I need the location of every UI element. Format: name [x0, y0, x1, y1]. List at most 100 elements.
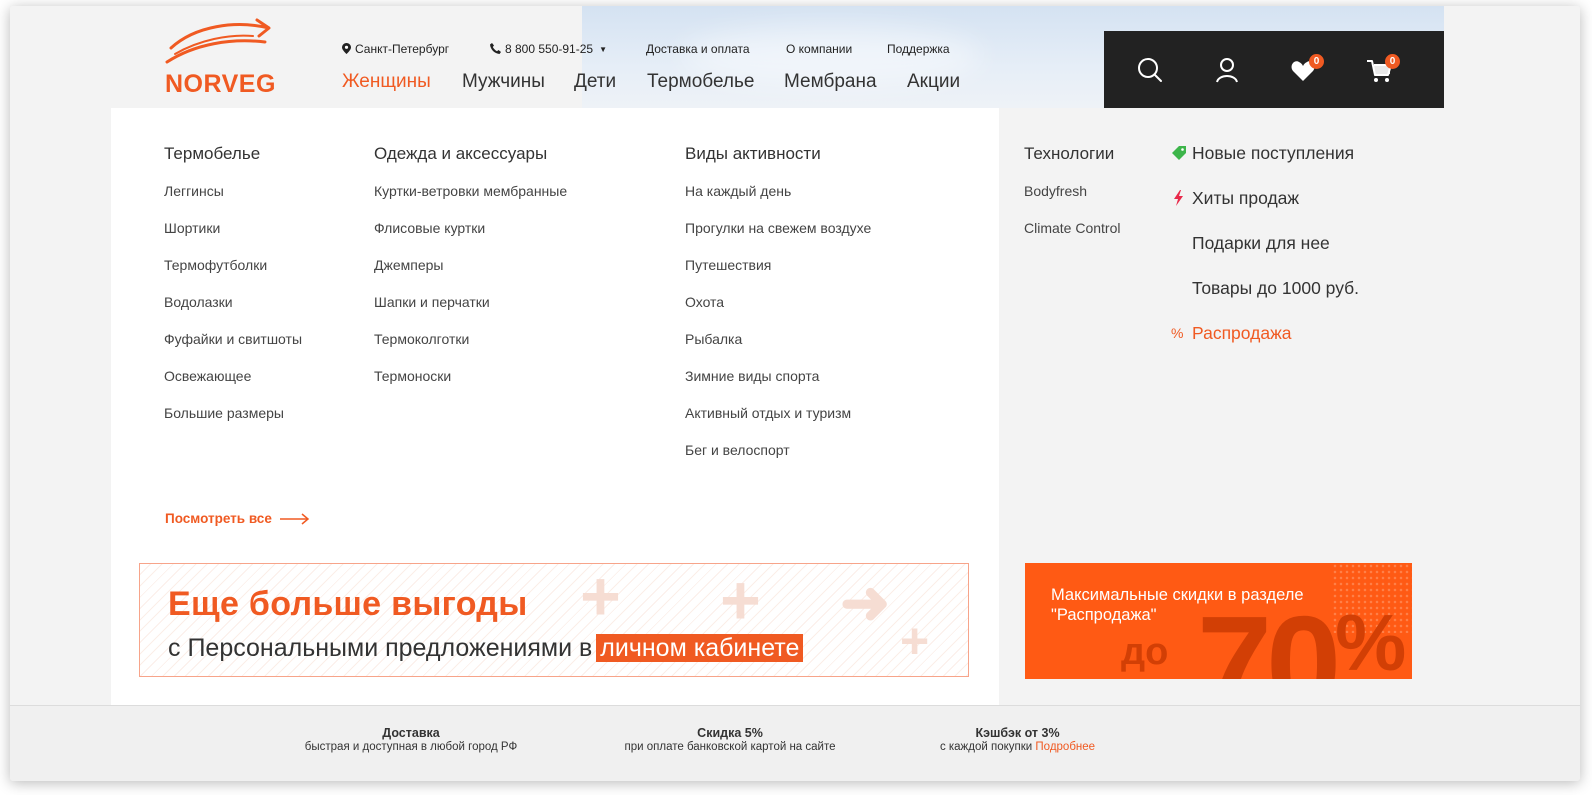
- percent-icon: %: [1171, 325, 1184, 341]
- menu-link[interactable]: Путешествия: [685, 257, 871, 274]
- nav-men[interactable]: Мужчины: [462, 70, 545, 94]
- personal-offers-banner[interactable]: + + ➜ + Еще больше выгоды с Персональным…: [139, 563, 969, 677]
- decor-plus-icon: +: [580, 563, 621, 635]
- benefit-cashback: Кэшбэк от 3% с каждой покупки Подробнее: [930, 726, 1105, 754]
- arrow-right-icon: [279, 513, 309, 526]
- decor-plus-icon: +: [720, 563, 761, 639]
- promo-subtitle-text: с Персональными предложениями в: [168, 634, 593, 662]
- benefit-title: Кэшбэк от 3%: [975, 726, 1060, 740]
- see-all-label: Посмотреть все: [165, 511, 272, 526]
- favorites-button[interactable]: 0: [1290, 54, 1324, 85]
- menu-link[interactable]: Прогулки на свежем воздухе: [685, 220, 871, 237]
- benefit-title: Доставка: [382, 726, 440, 740]
- cart-button[interactable]: 0: [1366, 54, 1400, 85]
- more-link[interactable]: Подробнее: [1035, 741, 1095, 753]
- lightning-icon: [1174, 190, 1183, 206]
- special-link-under-1000[interactable]: Товары до 1000 руб.: [1171, 278, 1359, 323]
- column-title[interactable]: Термобелье: [164, 144, 302, 164]
- menu-column-activities: Виды активности На каждый день Прогулки …: [685, 144, 871, 459]
- column-title[interactable]: Технологии: [1024, 144, 1120, 164]
- menu-link[interactable]: Леггинсы: [164, 183, 302, 200]
- account-button[interactable]: [1212, 55, 1242, 85]
- menu-column-thermal: Термобелье Леггинсы Шортики Термофутболк…: [164, 144, 302, 422]
- sale-banner-text: Максимальные скидки в разделе "Распродаж…: [1051, 586, 1304, 624]
- cart-count-badge: 0: [1385, 54, 1400, 69]
- user-actions-bar: 0 0: [1104, 31, 1444, 108]
- menu-link[interactable]: На каждый день: [685, 183, 871, 200]
- menu-link[interactable]: Бег и велоспорт: [685, 442, 871, 459]
- phone-icon: [490, 43, 501, 54]
- benefit-text: при оплате банковской картой на сайте: [624, 741, 836, 753]
- special-links: Новые поступления Хиты продаж Подарки дл…: [1171, 143, 1359, 368]
- logo-swoosh-icon: [165, 18, 271, 64]
- benefits-strip: Доставка быстрая и доступная в любой гор…: [10, 705, 1580, 781]
- menu-link[interactable]: Освежающее: [164, 368, 302, 385]
- nav-women[interactable]: Женщины: [342, 70, 431, 94]
- special-link-label: Товары до 1000 руб.: [1192, 278, 1360, 298]
- sale-banner-prefix: до: [1121, 631, 1169, 673]
- benefit-title: Скидка 5%: [697, 726, 763, 740]
- page-frame: NORVEG Санкт-Петербург 8 800 550-91-25 ▼ …: [10, 6, 1580, 781]
- special-link-bestsellers[interactable]: Хиты продаж: [1171, 188, 1359, 233]
- mega-menu-categories: Термобелье Леггинсы Шортики Термофутболк…: [111, 108, 999, 705]
- promo-highlight: личном кабинете: [596, 634, 804, 662]
- special-link-new[interactable]: Новые поступления: [1171, 143, 1359, 188]
- benefit-text: быстрая и доступная в любой город РФ: [304, 741, 518, 753]
- special-link-label: Хиты продаж: [1192, 188, 1300, 208]
- menu-link[interactable]: Фуфайки и свитшоты: [164, 331, 302, 348]
- top-link-support[interactable]: Поддержка: [887, 41, 950, 57]
- site-header: NORVEG Санкт-Петербург 8 800 550-91-25 ▼ …: [10, 6, 1580, 108]
- location-pin-icon: [342, 43, 351, 54]
- menu-link[interactable]: Куртки-ветровки мембранные: [374, 183, 567, 200]
- phone-dropdown[interactable]: 8 800 550-91-25 ▼: [490, 41, 607, 58]
- logo-text: NORVEG: [165, 70, 276, 98]
- nav-thermal[interactable]: Термобелье: [647, 70, 754, 94]
- menu-link[interactable]: Активный отдых и туризм: [685, 405, 871, 422]
- menu-link[interactable]: Зимние виды спорта: [685, 368, 871, 385]
- menu-link[interactable]: Флисовые куртки: [374, 220, 567, 237]
- column-title[interactable]: Одежда и аксессуары: [374, 144, 567, 164]
- nav-promotions[interactable]: Акции: [907, 70, 960, 94]
- column-title[interactable]: Виды активности: [685, 144, 871, 164]
- norveg-logo[interactable]: NORVEG: [165, 18, 275, 98]
- menu-link[interactable]: Термоколготки: [374, 331, 567, 348]
- search-icon: [1138, 58, 1162, 82]
- city-selector[interactable]: Санкт-Петербург: [342, 41, 449, 57]
- special-link-label: Новые поступления: [1192, 143, 1355, 163]
- city-label: Санкт-Петербург: [355, 42, 450, 56]
- promo-subtitle: с Персональными предложениями в личном ка…: [168, 632, 804, 664]
- nav-kids[interactable]: Дети: [574, 70, 616, 94]
- menu-link[interactable]: Термоноски: [374, 368, 567, 385]
- benefit-discount: Скидка 5% при оплате банковской картой н…: [610, 726, 850, 754]
- phone-number: 8 800 550-91-25: [505, 42, 594, 56]
- mega-menu-side: Технологии Bodyfresh Climate Control Нов…: [999, 108, 1580, 705]
- nav-membrane[interactable]: Мембрана: [784, 70, 877, 94]
- decor-plus-icon: +: [900, 613, 930, 669]
- menu-link[interactable]: Большие размеры: [164, 405, 302, 422]
- menu-link[interactable]: Climate Control: [1024, 220, 1120, 237]
- menu-link[interactable]: Шапки и перчатки: [374, 294, 567, 311]
- sale-banner[interactable]: до 70% Максимальные скидки в разделе "Ра…: [1025, 563, 1412, 679]
- special-link-label: Подарки для нее: [1192, 233, 1330, 253]
- special-link-gifts[interactable]: Подарки для нее: [1171, 233, 1359, 278]
- menu-column-clothing: Одежда и аксессуары Куртки-ветровки мемб…: [374, 144, 567, 385]
- menu-link[interactable]: Термофутболки: [164, 257, 302, 274]
- search-button[interactable]: [1135, 55, 1165, 85]
- user-icon: [1216, 58, 1238, 83]
- menu-link[interactable]: Рыбалка: [685, 331, 871, 348]
- see-all-link[interactable]: Посмотреть все: [165, 511, 310, 526]
- top-link-about[interactable]: О компании: [786, 41, 852, 57]
- menu-link[interactable]: Охота: [685, 294, 871, 311]
- favorites-count-badge: 0: [1309, 54, 1324, 69]
- menu-link[interactable]: Bodyfresh: [1024, 183, 1120, 200]
- menu-link[interactable]: Джемперы: [374, 257, 567, 274]
- benefit-text: с каждой покупки: [939, 741, 1033, 753]
- tag-icon: [1172, 146, 1186, 160]
- top-link-delivery[interactable]: Доставка и оплата: [646, 41, 750, 57]
- special-link-sale[interactable]: % Распродажа: [1171, 323, 1359, 368]
- chevron-down-icon: ▼: [599, 45, 607, 54]
- menu-link[interactable]: Шортики: [164, 220, 302, 237]
- decor-arrow-icon: ➜: [840, 569, 891, 636]
- benefit-delivery: Доставка быстрая и доступная в любой гор…: [296, 726, 526, 754]
- menu-link[interactable]: Водолазки: [164, 294, 302, 311]
